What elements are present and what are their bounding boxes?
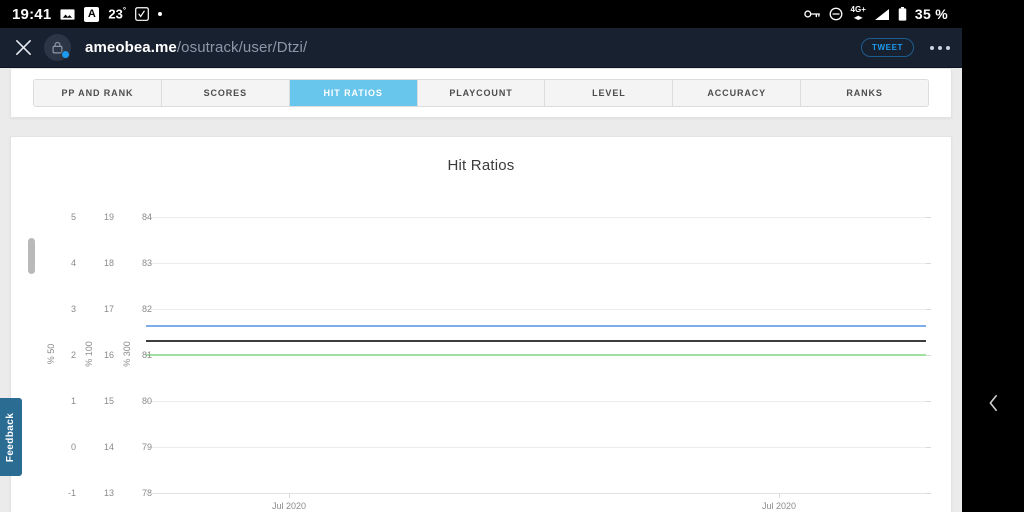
y-axis-tick-label: 15 [103, 396, 114, 406]
tab-playcount[interactable]: PLAYCOUNT [417, 80, 546, 106]
x-axis-tick-mark [289, 493, 290, 498]
network-4gplus-icon: 4G+ ◂▸ [850, 5, 866, 22]
overflow-menu-icon[interactable] [918, 45, 962, 50]
chart-title: Hit Ratios [447, 157, 515, 174]
y-axis-2: 19 18 17 16 15 14 13 [74, 212, 114, 498]
note-icon [135, 7, 149, 21]
web-page: PP AND RANK SCORES HIT RATIOS PLAYCOUNT … [0, 68, 962, 512]
y-axis-tick-label: 84 [141, 212, 152, 222]
tab-level[interactable]: LEVEL [545, 80, 674, 106]
y-axis-tick-label: 3 [70, 304, 76, 314]
chart-tick-mark [926, 217, 931, 218]
status-clock: 19:41 [12, 5, 52, 23]
chart-tick-mark [926, 493, 931, 494]
y-axis-tick-label: 18 [103, 258, 114, 268]
chart-plot-area[interactable]: 5 4 3 2 1 0 -1 % 50 19 18 17 16 15 14 13 % 100 84 83 82 81 8… [11, 174, 953, 512]
dot-icon [158, 12, 163, 16]
x-axis-tick-label: Jul 2020 [271, 501, 307, 511]
y-axis-title: % 100 [84, 341, 94, 367]
chart-gridline [146, 217, 926, 218]
vpn-key-icon [803, 8, 821, 20]
chart-card: Hit Ratios 5 4 3 2 1 0 -1 % 50 19 18 17 16 15 14 13 % 1… [10, 136, 952, 512]
status-temperature: 23° [108, 6, 127, 22]
tab-bar-card: PP AND RANK SCORES HIT RATIOS PLAYCOUNT … [10, 68, 952, 118]
page-scrollbar-thumb[interactable] [28, 238, 35, 274]
feedback-label: Feedback [5, 412, 17, 462]
signal-bars-icon [874, 8, 890, 21]
x-axis-tick-mark [779, 493, 780, 498]
back-chevron-icon[interactable] [962, 388, 1024, 418]
feedback-tab[interactable]: Feedback [0, 398, 22, 476]
chart-gridline [146, 401, 926, 402]
y-axis-tick-label: 81 [141, 350, 152, 360]
y-axis-1: 5 4 3 2 1 0 -1 [36, 212, 76, 498]
x-axis-line [146, 493, 926, 494]
chart-tick-mark [926, 355, 931, 356]
phone-screen: 19:41 A 23° 4G+ ◂▸ 35 % ameobea.me/osutr… [0, 0, 1024, 512]
y-axis-tick-label: 0 [70, 442, 76, 452]
browser-toolbar: ameobea.me/osutrack/user/Dtzi/ TWEET [0, 28, 962, 68]
tab-accuracy[interactable]: ACCURACY [673, 80, 802, 106]
status-bar: 19:41 A 23° 4G+ ◂▸ 35 % [0, 0, 962, 28]
y-axis-title: % 300 [122, 341, 132, 367]
chart-series-line[interactable] [146, 340, 926, 342]
chart-gridline [146, 263, 926, 264]
status-bar-right: 4G+ ◂▸ 35 % [803, 5, 962, 22]
y-axis-tick-label: 82 [141, 304, 152, 314]
app-badge-icon: A [84, 6, 100, 22]
y-axis-tick-label: -1 [67, 488, 76, 498]
y-axis-tick-label: 80 [141, 396, 152, 406]
chart-tick-mark [926, 447, 931, 448]
y-axis-3: 84 83 82 81 80 79 78 [112, 212, 152, 498]
chart-series-line[interactable] [146, 325, 926, 327]
chart-tick-mark [926, 263, 931, 264]
url-bar[interactable]: ameobea.me/osutrack/user/Dtzi/ [85, 39, 307, 56]
y-axis-title: % 50 [46, 343, 56, 365]
chart-series-line[interactable] [146, 354, 926, 356]
y-axis-tick-label: 1 [70, 396, 76, 406]
url-host: ameobea.me [85, 39, 177, 56]
x-axis-tick-label: Jul 2020 [761, 501, 797, 511]
chart-tick-mark [926, 309, 931, 310]
chart-canvas [146, 217, 926, 494]
y-axis-tick-label: 16 [103, 350, 114, 360]
close-icon[interactable] [4, 38, 42, 57]
tab-bar: PP AND RANK SCORES HIT RATIOS PLAYCOUNT … [33, 79, 929, 107]
y-axis-tick-label: 19 [103, 212, 114, 222]
lock-icon[interactable] [44, 34, 71, 61]
do-not-disturb-icon [829, 7, 843, 21]
image-icon [60, 7, 75, 22]
y-axis-tick-label: 2 [70, 350, 76, 360]
y-axis-tick-label: 79 [141, 442, 152, 452]
chart-gridline [146, 447, 926, 448]
battery-percent: 35 % [914, 6, 948, 22]
y-axis-tick-label: 17 [103, 304, 114, 314]
y-axis-tick-label: 5 [70, 212, 76, 222]
chart-gridline [146, 309, 926, 310]
y-axis-tick-label: 13 [103, 488, 114, 498]
tab-hit-ratios[interactable]: HIT RATIOS [289, 80, 418, 106]
y-axis-tick-label: 14 [103, 442, 114, 452]
verified-badge-icon [61, 50, 70, 59]
tweet-button[interactable]: TWEET [861, 38, 914, 57]
battery-icon [898, 7, 907, 21]
chart-tick-mark [926, 401, 931, 402]
y-axis-tick-label: 83 [141, 258, 152, 268]
tab-pp-and-rank[interactable]: PP AND RANK [34, 80, 162, 106]
status-bar-left: 19:41 A 23° [0, 5, 163, 23]
tab-ranks[interactable]: RANKS [801, 80, 928, 106]
y-axis-tick-label: 4 [70, 258, 76, 268]
navigation-rail [962, 0, 1024, 512]
url-path: /osutrack/user/Dtzi/ [176, 39, 308, 56]
tab-scores[interactable]: SCORES [161, 80, 290, 106]
